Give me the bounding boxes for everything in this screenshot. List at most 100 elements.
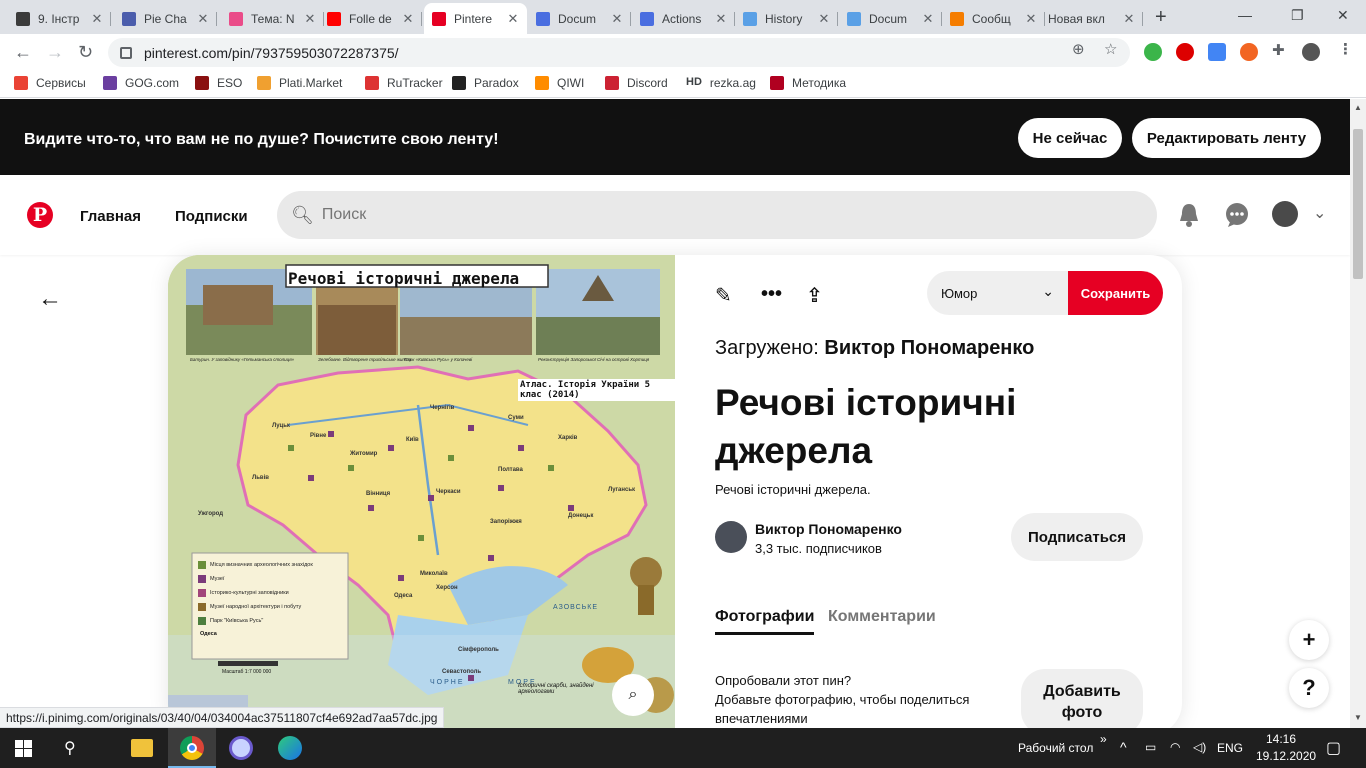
- close-window-button[interactable]: ✕: [1337, 7, 1349, 24]
- close-tab-icon[interactable]: ✕: [816, 11, 832, 27]
- account-chevron-down-icon[interactable]: ⌄: [1313, 203, 1326, 223]
- close-tab-icon[interactable]: ✕: [713, 11, 729, 27]
- edit-feed-button[interactable]: Редактировать ленту: [1132, 118, 1321, 158]
- pinterest-header: P Главная Подписки 🔍︎ ⌄: [0, 175, 1350, 255]
- edit-pencil-icon[interactable]: ✎: [715, 283, 732, 308]
- close-tab-icon[interactable]: ✕: [609, 11, 625, 27]
- desktop-toolbar-label[interactable]: Рабочий стол: [1018, 741, 1093, 755]
- profile-avatar-icon[interactable]: [1302, 43, 1320, 61]
- close-tab-icon[interactable]: ✕: [400, 11, 416, 27]
- bookmark-item[interactable]: Discord: [605, 76, 668, 90]
- browser-tab[interactable]: Actions ✕: [632, 3, 735, 34]
- browser-tab[interactable]: 9. Інстр ✕: [8, 3, 111, 34]
- scroll-down-icon[interactable]: ▼: [1354, 713, 1362, 722]
- messages-icon[interactable]: [1224, 202, 1250, 228]
- search-bar[interactable]: 🔍︎: [277, 191, 1157, 239]
- reload-icon[interactable]: ↻: [78, 42, 93, 63]
- back-nav-icon[interactable]: ←: [14, 42, 32, 63]
- bookmark-item[interactable]: HD rezka.ag: [686, 76, 756, 90]
- app-swirl-icon[interactable]: [229, 736, 253, 760]
- browser-tab[interactable]: Pie Cha ✕: [114, 3, 217, 34]
- author-name[interactable]: Виктор Пономаренко: [755, 521, 902, 537]
- new-tab-button[interactable]: +: [1155, 6, 1167, 29]
- forward-nav-icon[interactable]: →: [46, 42, 64, 63]
- file-explorer-icon[interactable]: [131, 739, 153, 757]
- bookmark-item[interactable]: QIWI: [535, 76, 584, 90]
- bookmark-item[interactable]: Сервисы: [14, 76, 86, 90]
- browser-tab[interactable]: Тема: N ✕: [221, 3, 324, 34]
- bookmark-item[interactable]: Paradox: [452, 76, 519, 90]
- tab-photos[interactable]: Фотографии: [715, 608, 815, 635]
- clock-time[interactable]: 14:16: [1266, 732, 1296, 746]
- evernote-extension-icon[interactable]: [1144, 43, 1162, 61]
- close-tab-icon[interactable]: ✕: [1023, 11, 1039, 27]
- close-tab-icon[interactable]: ✕: [1121, 11, 1137, 27]
- nav-home[interactable]: Главная: [80, 208, 141, 225]
- more-options-icon[interactable]: •••: [761, 283, 782, 306]
- search-taskbar-icon[interactable]: ⚲: [64, 738, 76, 758]
- edge-icon[interactable]: [278, 736, 302, 760]
- close-tab-icon[interactable]: ✕: [89, 11, 105, 27]
- close-tab-icon[interactable]: ✕: [195, 11, 211, 27]
- translate-extension-icon[interactable]: [1208, 43, 1226, 61]
- chrome-taskbar-button[interactable]: [168, 728, 216, 768]
- not-now-button[interactable]: Не сейчас: [1018, 118, 1122, 158]
- close-tab-icon[interactable]: ✕: [505, 11, 521, 27]
- extensions-puzzle-icon[interactable]: ✚: [1272, 41, 1285, 59]
- follow-button[interactable]: Подписаться: [1011, 513, 1143, 561]
- browser-tab[interactable]: Docum ✕: [528, 3, 631, 34]
- search-input[interactable]: [321, 206, 1122, 224]
- maximize-button[interactable]: ❐: [1291, 7, 1304, 24]
- bookmark-item[interactable]: Plati.Market: [257, 76, 342, 90]
- page-scrollbar[interactable]: ▲ ▼: [1350, 99, 1366, 728]
- battery-icon[interactable]: ▭: [1145, 740, 1156, 754]
- notifications-bell-icon[interactable]: [1178, 202, 1200, 228]
- browser-tab[interactable]: Docum ✕: [839, 3, 942, 34]
- tab-title: Actions: [662, 11, 702, 26]
- close-tab-icon[interactable]: ✕: [920, 11, 936, 27]
- tray-up-chevron-icon[interactable]: ^: [1120, 739, 1127, 755]
- pin-image[interactable]: Речові історичні джерела Атлас. Історія …: [168, 255, 675, 728]
- profile-avatar[interactable]: [1272, 201, 1298, 227]
- minimize-button[interactable]: —: [1238, 7, 1252, 23]
- bookmark-item[interactable]: Методика: [770, 76, 846, 90]
- bookmark-item[interactable]: RuTracker: [365, 76, 443, 90]
- scroll-thumb[interactable]: [1353, 129, 1363, 279]
- add-photo-button[interactable]: Добавить фото: [1021, 669, 1143, 728]
- browser-tab[interactable]: Pintere ✕: [424, 3, 527, 34]
- back-arrow-icon[interactable]: ←: [38, 285, 62, 313]
- bookmark-item[interactable]: ESO: [195, 76, 242, 90]
- bookmark-item[interactable]: GOG.com: [103, 76, 179, 90]
- close-tab-icon[interactable]: ✕: [302, 11, 318, 27]
- adblock-extension-icon[interactable]: [1176, 43, 1194, 61]
- browser-menu-icon[interactable]: ⋮: [1338, 40, 1353, 58]
- pinterest-logo-icon[interactable]: P: [27, 202, 53, 228]
- save-button[interactable]: Сохранить: [1068, 271, 1163, 315]
- visual-search-lens-icon[interactable]: ⌕: [612, 674, 654, 716]
- volume-icon[interactable]: ◁): [1193, 740, 1206, 754]
- board-select[interactable]: Юмор ⌄: [927, 271, 1068, 315]
- language-indicator[interactable]: ENG: [1217, 741, 1243, 755]
- omnibox[interactable]: pinterest.com/pin/793759503072287375/: [108, 38, 1130, 67]
- windows-start-icon[interactable]: [15, 740, 32, 757]
- notifications-center-icon[interactable]: ▢: [1326, 738, 1341, 758]
- clock-date[interactable]: 19.12.2020: [1256, 749, 1316, 763]
- browser-tab[interactable]: Сообщ ✕: [942, 3, 1045, 34]
- wifi-icon[interactable]: ◠: [1170, 740, 1180, 754]
- uploader-link[interactable]: Виктор Пономаренко: [824, 337, 1034, 359]
- browser-tab[interactable]: Новая вкл ✕: [1040, 3, 1143, 34]
- browser-tab[interactable]: Folle de ✕: [319, 3, 422, 34]
- url-text[interactable]: pinterest.com/pin/793759503072287375/: [144, 45, 399, 61]
- help-button[interactable]: ?: [1289, 668, 1329, 708]
- tab-comments[interactable]: Комментарии: [828, 608, 936, 626]
- toolbar-expand-icon[interactable]: »: [1100, 732, 1107, 746]
- nav-following[interactable]: Подписки: [175, 208, 248, 225]
- create-plus-button[interactable]: +: [1289, 620, 1329, 660]
- fire-extension-icon[interactable]: [1240, 43, 1258, 61]
- add-tab-icon[interactable]: ⊕: [1072, 40, 1085, 58]
- share-icon[interactable]: ⇪: [806, 283, 823, 308]
- bookmark-star-icon[interactable]: ☆: [1104, 40, 1117, 58]
- browser-tab[interactable]: History ✕: [735, 3, 838, 34]
- author-avatar[interactable]: [715, 521, 747, 553]
- scroll-up-icon[interactable]: ▲: [1354, 103, 1362, 112]
